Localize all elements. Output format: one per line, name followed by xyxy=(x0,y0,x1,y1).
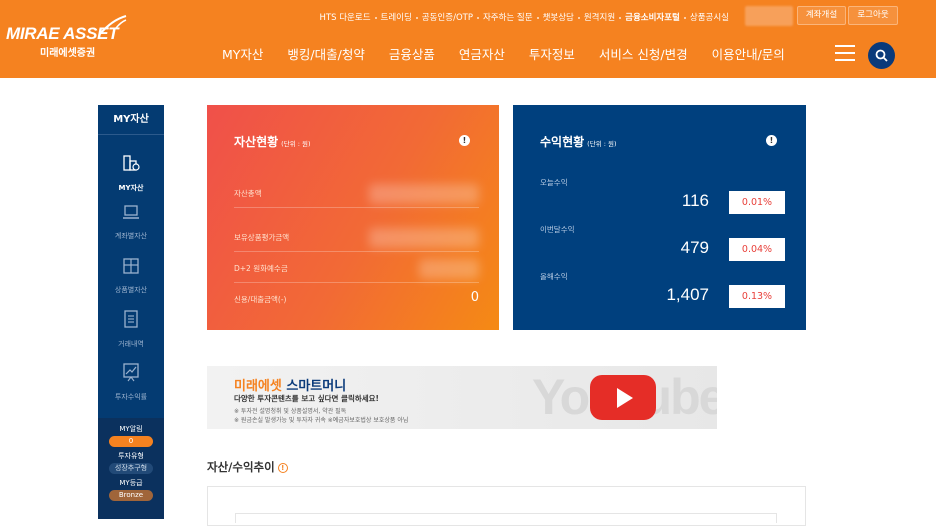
profit-year-rate: 0.13% xyxy=(729,285,785,308)
my-alarm-count[interactable]: 0 xyxy=(109,436,153,447)
top-header: MIRAE ASSET 미래에셋증권 HTS 다운로드 트레이딩 공동인증/OT… xyxy=(0,0,936,78)
logo-text-ko: 미래에셋증권 xyxy=(40,48,96,59)
asset-holdings-blurred-value xyxy=(369,228,479,248)
document-list-icon xyxy=(124,310,138,328)
laptop-icon xyxy=(123,205,139,219)
sidebar-profile-summary: MY알림 0 투자유형 성장추구형 MY등급 Bronze xyxy=(98,418,164,519)
building-chart-icon xyxy=(123,155,140,171)
profit-row-today: 오늘수익 116 0.01% xyxy=(540,177,785,223)
nav-banking-loan[interactable]: 뱅킹/대출/청약 xyxy=(287,44,364,64)
profit-card-unit: (단위 : 원) xyxy=(587,140,617,148)
nav-financial-products[interactable]: 금융상품 xyxy=(389,44,435,64)
nav-service-request[interactable]: 서비스 신청/변경 xyxy=(599,44,688,64)
asset-row-holdings: 보유상품평가금액 xyxy=(234,222,479,252)
user-name-blurred xyxy=(745,6,793,26)
investment-type-label: 투자유형 xyxy=(118,452,144,460)
profit-card-title-text: 수익현황 xyxy=(540,135,585,149)
my-grade-label: MY등급 xyxy=(119,479,143,487)
asset-credit-loan-value: 0 xyxy=(470,290,479,305)
profit-card-title: 수익현황 (단위 : 원) xyxy=(540,133,617,150)
asset-card-title: 자산현황 (단위 : 원) xyxy=(234,133,311,150)
banner-title-orange: 미래에셋 xyxy=(234,379,282,394)
asset-deposit-blurred-value xyxy=(419,259,479,279)
asset-status-card: 자산현황 (단위 : 원) ! 자산총액 보유상품평가금액 D+2 원화예수금 신… xyxy=(207,105,499,330)
sidebar-item-product-assets[interactable]: 상품별자산 xyxy=(98,257,164,296)
profit-status-card: 수익현황 (단위 : 원) ! 오늘수익 116 0.01% 이번달수익 479 … xyxy=(513,105,806,330)
profit-row-label: 올해수익 xyxy=(540,272,568,281)
profit-year-value: 1,407 xyxy=(666,285,709,304)
link-faq[interactable]: 자주하는 질문 xyxy=(476,11,538,23)
sidebar: MY자산 MY자산 계좌별자산 상품별자산 거래내역 투자수익률 MY알림 0 … xyxy=(98,105,164,519)
link-remote-support[interactable]: 원격지원 xyxy=(577,11,620,23)
sidebar-item-label: 투자수익률 xyxy=(114,393,148,401)
asset-row-label: 보유상품평가금액 xyxy=(234,233,290,242)
logo-text-en: MIRAE ASSET xyxy=(6,24,119,43)
sidebar-item-label: 계좌별자산 xyxy=(114,232,148,240)
smart-money-banner[interactable]: YouTube 미래에셋 스마트머니 다양한 투자콘텐츠를 보고 싶다면 클릭하… xyxy=(207,366,717,429)
profit-month-value: 479 xyxy=(680,238,709,257)
sidebar-item-account-assets[interactable]: 계좌별자산 xyxy=(98,203,164,242)
profit-row-label: 오늘수익 xyxy=(540,178,568,187)
gift-box-icon xyxy=(123,258,139,274)
banner-note-1: ※ 투자전 설명청취 및 상품설명서, 약관 필독 xyxy=(234,408,347,415)
my-grade-value[interactable]: Bronze xyxy=(109,490,153,501)
link-trading[interactable]: 트레이딩 xyxy=(374,11,417,23)
asset-info-icon[interactable]: ! xyxy=(459,135,470,146)
asset-row-label: 자산총액 xyxy=(234,189,262,198)
account-open-button[interactable]: 계좌개설 xyxy=(797,6,846,25)
link-consumer-portal[interactable]: 금융소비자포털 xyxy=(619,11,685,23)
sidebar-item-label: MY자산 xyxy=(118,184,144,192)
link-chatbot[interactable]: 챗봇상담 xyxy=(536,11,579,23)
hamburger-menu-icon[interactable] xyxy=(835,45,855,61)
sidebar-item-investment-return[interactable]: 투자수익률 xyxy=(98,362,164,403)
banner-subtitle: 다양한 투자콘텐츠를 보고 싶다면 클릭하세요! xyxy=(234,394,379,403)
profit-today-value: 116 xyxy=(681,191,709,210)
link-product-disclosure[interactable]: 상품공시실 xyxy=(683,11,734,23)
sidebar-item-label: 상품별자산 xyxy=(114,286,148,294)
sidebar-item-label: 거래내역 xyxy=(118,340,144,348)
my-alarm-label: MY알림 xyxy=(119,425,143,433)
sidebar-title: MY자산 xyxy=(98,105,164,135)
profit-info-icon[interactable]: ! xyxy=(766,135,777,146)
utility-links: HTS 다운로드 트레이딩 공동인증/OTP 자주하는 질문 챗봇상담 원격지원… xyxy=(315,10,734,24)
profit-month-rate: 0.04% xyxy=(729,238,785,261)
asset-row-label: 신용/대출금액(-) xyxy=(234,295,287,304)
asset-trend-chart-area xyxy=(235,513,777,523)
banner-title: 미래에셋 스마트머니 xyxy=(234,375,346,394)
youtube-play-icon[interactable] xyxy=(590,375,656,420)
profit-today-rate: 0.01% xyxy=(729,191,785,214)
nav-pension[interactable]: 연금자산 xyxy=(459,44,505,64)
search-button[interactable] xyxy=(868,42,895,69)
asset-row-deposit: D+2 원화예수금 xyxy=(234,253,479,283)
sidebar-item-my-assets[interactable]: MY자산 xyxy=(98,153,164,194)
asset-card-title-text: 자산현황 xyxy=(234,135,279,149)
profit-row-label: 이번달수익 xyxy=(540,225,575,234)
nav-investment-info[interactable]: 투자정보 xyxy=(529,44,575,64)
line-chart-icon xyxy=(123,363,139,382)
logout-button[interactable]: 로그아웃 xyxy=(848,6,898,25)
banner-title-navy: 스마트머니 xyxy=(286,379,347,394)
investment-type-value[interactable]: 성장추구형 xyxy=(109,463,153,474)
asset-trend-title: 자산/수익추이! xyxy=(207,459,288,475)
asset-row-total: 자산총액 xyxy=(234,178,479,208)
asset-row-label: D+2 원화예수금 xyxy=(234,264,288,273)
search-icon xyxy=(875,49,888,62)
asset-card-unit: (단위 : 원) xyxy=(281,140,311,148)
nav-guide-inquiry[interactable]: 이용안내/문의 xyxy=(712,44,785,64)
link-hts-download[interactable]: HTS 다운로드 xyxy=(315,11,376,23)
asset-trend-title-text: 자산/수익추이 xyxy=(207,460,275,474)
banner-note-2: ※ 원금손실 발생가능 및 투자자 귀속 ※예금자보호법상 보호상품 아님 xyxy=(234,417,409,424)
trend-help-icon[interactable]: ! xyxy=(277,463,288,473)
nav-my-assets[interactable]: MY자산 xyxy=(222,44,263,64)
sidebar-item-transactions[interactable]: 거래내역 xyxy=(98,309,164,350)
main-nav: MY자산 뱅킹/대출/청약 금융상품 연금자산 투자정보 서비스 신청/변경 이… xyxy=(222,44,809,64)
profit-row-month: 이번달수익 479 0.04% xyxy=(540,224,785,270)
mirae-asset-logo[interactable]: MIRAE ASSET 미래에셋증권 xyxy=(6,14,127,60)
link-certificate-otp[interactable]: 공동인증/OTP xyxy=(415,11,478,23)
asset-total-blurred-value xyxy=(369,184,479,204)
profit-row-year: 올해수익 1,407 0.13% xyxy=(540,271,785,317)
asset-row-credit-loan: 신용/대출금액(-) 0 xyxy=(234,284,479,314)
